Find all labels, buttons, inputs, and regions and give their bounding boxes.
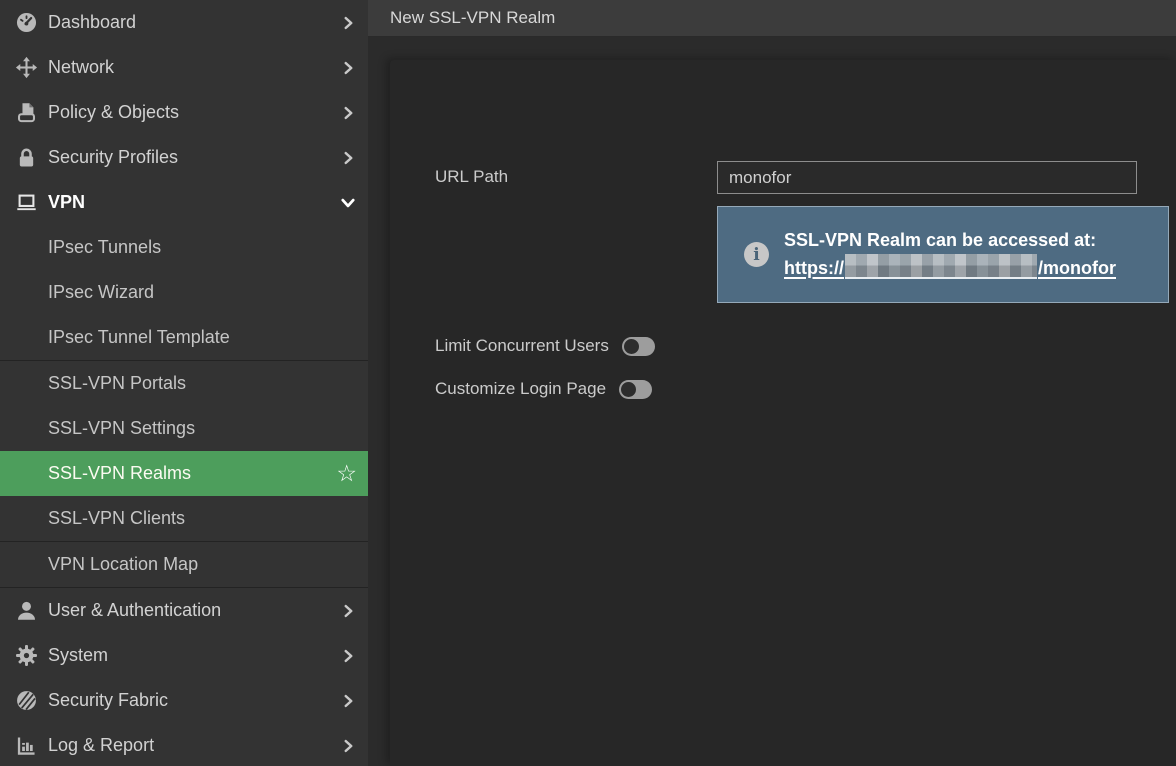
customize-login-page-row: Customize Login Page bbox=[435, 379, 652, 399]
chevron-down-icon bbox=[341, 196, 355, 210]
security-fabric-icon bbox=[12, 678, 40, 723]
limit-concurrent-users-label: Limit Concurrent Users bbox=[435, 336, 609, 356]
chevron-right-icon bbox=[342, 16, 355, 29]
sidebar-item-security-fabric[interactable]: Security Fabric bbox=[0, 678, 368, 723]
sidebar-item-ipsec-wizard[interactable]: IPsec Wizard bbox=[0, 270, 368, 315]
sidebar-item-sslvpn-realms[interactable]: SSL-VPN Realms ☆ bbox=[0, 451, 368, 496]
sidebar-item-label: SSL-VPN Settings bbox=[0, 418, 195, 439]
sidebar-item-label: VPN Location Map bbox=[0, 554, 198, 575]
chevron-right-icon bbox=[342, 739, 355, 752]
realm-url-link[interactable]: https:///monofor bbox=[784, 258, 1116, 278]
url-path-label: URL Path bbox=[435, 160, 508, 194]
move-arrows-icon bbox=[12, 45, 40, 90]
form-panel: URL Path i SSL-VPN Realm can be accessed… bbox=[390, 60, 1176, 766]
sidebar-item-network[interactable]: Network bbox=[0, 45, 368, 90]
sidebar-item-sslvpn-settings[interactable]: SSL-VPN Settings bbox=[0, 406, 368, 451]
limit-concurrent-users-toggle[interactable] bbox=[622, 337, 655, 356]
chevron-right-icon bbox=[342, 106, 355, 119]
page-title: New SSL-VPN Realm bbox=[368, 8, 555, 28]
chevron-right-icon bbox=[342, 649, 355, 662]
sidebar-item-label: IPsec Tunnel Template bbox=[0, 327, 230, 348]
sidebar-item-ipsec-tunnels[interactable]: IPsec Tunnels bbox=[0, 225, 368, 270]
sidebar-item-security-profiles[interactable]: Security Profiles bbox=[0, 135, 368, 180]
bar-chart-icon bbox=[12, 723, 40, 766]
redacted-host-pixelation bbox=[845, 254, 1037, 279]
sidebar-item-dashboard[interactable]: Dashboard bbox=[0, 0, 368, 45]
sidebar-item-user-authentication[interactable]: User & Authentication bbox=[0, 588, 368, 633]
fortigate-app-window: Dashboard Network Policy & Objects Secur… bbox=[0, 0, 1176, 766]
page-titlebar: New SSL-VPN Realm bbox=[368, 0, 1176, 36]
lock-icon bbox=[12, 135, 40, 180]
limit-concurrent-users-row: Limit Concurrent Users bbox=[435, 336, 655, 356]
info-message-line1: SSL-VPN Realm can be accessed at: bbox=[784, 227, 1116, 255]
info-message-text: SSL-VPN Realm can be accessed at: https:… bbox=[784, 227, 1116, 283]
policy-document-icon bbox=[12, 90, 40, 135]
user-icon bbox=[12, 588, 40, 633]
chevron-right-icon bbox=[342, 151, 355, 164]
sidebar-item-system[interactable]: System bbox=[0, 633, 368, 678]
info-message-line2: https:///monofor bbox=[784, 254, 1116, 283]
chevron-right-icon bbox=[342, 61, 355, 74]
sidebar-nav: Dashboard Network Policy & Objects Secur… bbox=[0, 0, 368, 766]
sidebar-item-log-report[interactable]: Log & Report bbox=[0, 723, 368, 766]
info-icon: i bbox=[744, 242, 769, 267]
laptop-icon bbox=[12, 180, 40, 225]
favorite-star-icon[interactable]: ☆ bbox=[336, 462, 357, 485]
gear-icon bbox=[12, 633, 40, 678]
customize-login-page-toggle[interactable] bbox=[619, 380, 652, 399]
sidebar-item-label: SSL-VPN Portals bbox=[0, 373, 186, 394]
sidebar-item-policy-objects[interactable]: Policy & Objects bbox=[0, 90, 368, 135]
sidebar-item-vpn-location-map[interactable]: VPN Location Map bbox=[0, 542, 368, 587]
sidebar-item-ipsec-tunnel-template[interactable]: IPsec Tunnel Template bbox=[0, 315, 368, 360]
sidebar-item-label: IPsec Wizard bbox=[0, 282, 154, 303]
dashboard-gauge-icon bbox=[12, 0, 40, 45]
chevron-right-icon bbox=[342, 694, 355, 707]
chevron-right-icon bbox=[342, 604, 355, 617]
info-message-box: i SSL-VPN Realm can be accessed at: http… bbox=[717, 206, 1169, 303]
sidebar-item-sslvpn-clients[interactable]: SSL-VPN Clients bbox=[0, 496, 368, 541]
sidebar-item-vpn[interactable]: VPN bbox=[0, 180, 368, 225]
customize-login-page-label: Customize Login Page bbox=[435, 379, 606, 399]
url-path-input[interactable] bbox=[717, 161, 1137, 194]
sidebar-item-sslvpn-portals[interactable]: SSL-VPN Portals bbox=[0, 361, 368, 406]
sidebar-item-label: IPsec Tunnels bbox=[0, 237, 161, 258]
sidebar-item-label: SSL-VPN Realms bbox=[0, 463, 191, 484]
sidebar-item-label: SSL-VPN Clients bbox=[0, 508, 185, 529]
main-content: New SSL-VPN Realm URL Path i SSL-VPN Rea… bbox=[368, 0, 1176, 766]
